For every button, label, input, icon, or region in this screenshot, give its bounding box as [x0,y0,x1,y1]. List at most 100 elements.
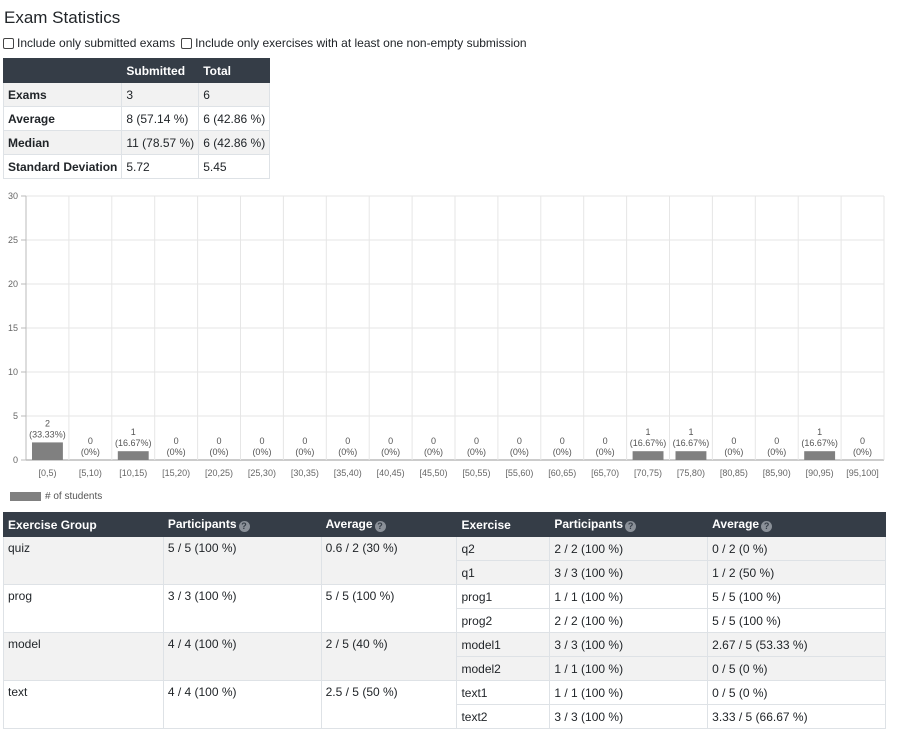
exercise-participants: 1 / 1 (100 %) [549,584,709,609]
group-participants: 4 / 4 (100 %) [162,680,322,729]
col-average: Average? [707,512,886,537]
score-distribution-chart: 0510152025302(33.33%)[0,5)0(0%)[5,10)1(1… [8,191,885,478]
x-tick-label: [55,60) [505,468,533,478]
bar-value-label: 0 [731,436,736,446]
col-exercise-group: Exercise Group [3,512,164,537]
legend-label: # of students [45,491,103,502]
bar-value-label: 0 [88,436,93,446]
submitted-exams-checkbox[interactable] [3,37,14,49]
bar [804,451,836,460]
stats-total: 5.45 [198,154,271,179]
bar-percent-label: (33.33%) [29,429,66,439]
bar-percent-label: (0%) [596,447,615,457]
bar-percent-label: (0%) [338,447,357,457]
stats-row-label: Standard Deviation [2,154,123,179]
stats-row: Standard Deviation 5.72 5.45 [2,154,271,179]
table-row: quiz 5 / 5 (100 %) 0.6 / 2 (30 %) q2 2 /… [3,536,886,585]
x-tick-label: [60,65) [548,468,576,478]
x-tick-label: [5,10) [79,468,102,478]
bar-value-label: 1 [131,427,136,437]
x-tick-label: [40,45) [377,468,405,478]
bar [675,451,707,460]
question-circle-icon[interactable]: ? [238,521,250,532]
bar [632,451,664,460]
question-circle-icon[interactable]: ? [625,521,637,532]
exam-stats-table: Submitted Total Exams 3 6 Average 8 (57.… [2,58,271,179]
filter-label: Include only submitted exams [17,36,176,50]
x-tick-label: [85,90) [763,468,791,478]
stats-submitted: 11 (78.57 %) [121,130,200,155]
bar-percent-label: (0%) [467,447,486,457]
stats-header-total: Total [198,58,271,83]
filter-bar: Include only submitted exams Include onl… [3,36,533,50]
group-average: 5 / 5 (100 %) [320,584,458,633]
stats-row: Average 8 (57.14 %) 6 (42.86 %) [2,106,271,131]
stats-row-label: Average [2,106,123,131]
exercise-participants: 2 / 2 (100 %) [549,536,709,561]
bar-percent-label: (0%) [853,447,872,457]
exercise-average: 1 / 2 (50 %) [707,560,886,585]
stats-row-label: Median [2,130,123,155]
stats-submitted: 3 [121,82,200,107]
table-row: model 4 / 4 (100 %) 2 / 5 (40 %) model1 … [3,632,886,681]
exercise-participants: 1 / 1 (100 %) [549,680,709,705]
question-circle-icon[interactable]: ? [374,521,386,532]
x-tick-label: [20,25) [205,468,233,478]
table-row: text 4 / 4 (100 %) 2.5 / 5 (50 %) text1 … [3,680,886,729]
x-tick-label: [75,80) [677,468,705,478]
question-circle-icon[interactable]: ? [761,521,773,532]
chart-legend[interactable]: # of students [10,491,102,502]
filter-nonempty-submissions[interactable]: Include only exercises with at least one… [181,36,527,50]
bar-percent-label: (0%) [510,447,529,457]
x-tick-label: [0,5) [38,468,56,478]
exercise-participants: 3 / 3 (100 %) [549,560,709,585]
exercise-average: 2.67 / 5 (53.33 %) [707,632,886,657]
y-tick-label: 0 [13,455,18,465]
exercise-average: 0 / 5 (0 %) [707,680,886,705]
exercise-participants: 3 / 3 (100 %) [549,632,709,657]
exercise-average: 5 / 5 (100 %) [707,584,886,609]
y-tick-label: 30 [8,191,18,201]
exercise-participants: 2 / 2 (100 %) [549,608,709,633]
stats-header-submitted: Submitted [121,58,200,83]
x-tick-label: [10,15) [119,468,147,478]
exercise-average: 5 / 5 (100 %) [707,608,886,633]
y-tick-label: 15 [8,323,18,333]
bar-percent-label: (0%) [424,447,443,457]
page-title: Exam Statistics [4,8,121,27]
group-name: text [3,680,164,729]
bar-value-label: 1 [688,427,693,437]
bar-percent-label: (0%) [295,447,314,457]
bar-value-label: 0 [388,436,393,446]
bar-value-label: 0 [774,436,779,446]
exercise-table: Exercise Group Participants? Average? Ex… [3,512,886,729]
bar-percent-label: (0%) [767,447,786,457]
y-tick-label: 25 [8,235,18,245]
bar-value-label: 0 [560,436,565,446]
stats-total: 6 [198,82,271,107]
filter-submitted-exams[interactable]: Include only submitted exams [3,36,175,50]
exercise-name: prog2 [456,608,551,633]
stats-row-label: Exams [2,82,123,107]
bar-percent-label: (16.67%) [115,438,152,448]
bar-value-label: 0 [302,436,307,446]
stats-row: Median 11 (78.57 %) 6 (42.86 %) [2,130,271,155]
stats-total: 6 (42.86 %) [198,130,271,155]
group-participants: 4 / 4 (100 %) [162,632,322,681]
nonempty-submissions-checkbox[interactable] [181,37,193,49]
exercise-name: model2 [456,656,551,681]
exercise-participants: 1 / 1 (100 %) [549,656,709,681]
bar [32,442,63,460]
bar-value-label: 1 [817,427,822,437]
group-average: 2 / 5 (40 %) [320,632,458,681]
x-tick-label: [25,30) [248,468,276,478]
bar-value-label: 0 [860,436,865,446]
group-name: model [3,632,164,681]
stats-total: 6 (42.86 %) [198,106,271,131]
bar-percent-label: (0%) [553,447,572,457]
score-distribution-chart-container: 0 5 10 15 20 25 30 2 (33.33%) [0,5) 0 (0%) [5,10) 1 (1… [0,186,890,489]
col-group-average: Average? [320,512,458,537]
bar-percent-label: (0%) [252,447,271,457]
exercise-average: 0 / 2 (0 %) [707,536,886,561]
bar-percent-label: (0%) [724,447,743,457]
